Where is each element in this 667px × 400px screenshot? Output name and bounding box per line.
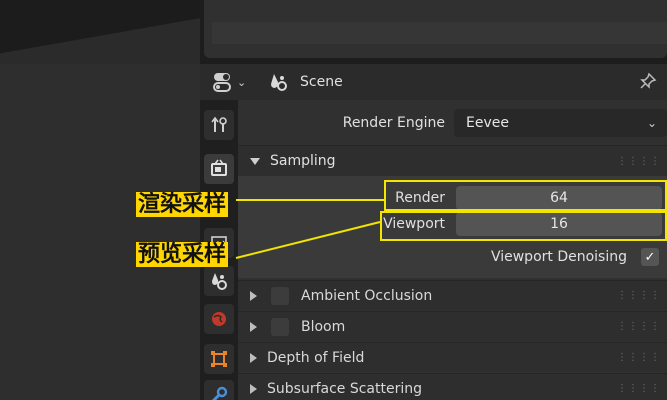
render-samples-annotation: 渲染采样 xyxy=(136,192,229,217)
viewport-samples-annotation: 预览采样 xyxy=(136,242,229,267)
annotation-leader-lines xyxy=(235,199,384,259)
blender-window: ⌄ Scene Render Engine Eevee ⌄ Sampling ⋮… xyxy=(0,0,667,400)
